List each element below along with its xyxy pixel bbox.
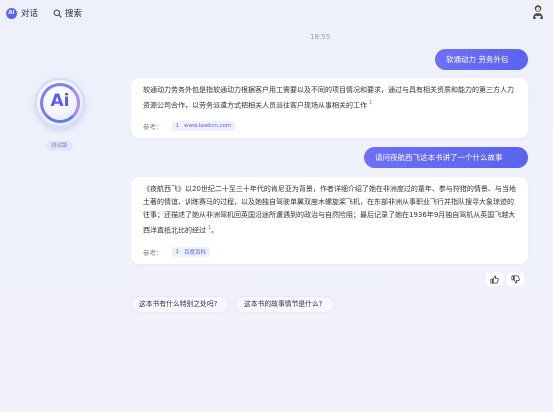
reference-source: www.lawkcn.com xyxy=(184,123,232,129)
dislike-button[interactable] xyxy=(507,272,524,286)
thumbs-down-icon xyxy=(511,275,520,283)
sentence-end: 。 xyxy=(211,226,219,235)
beta-badge: 测试版 xyxy=(46,141,73,151)
bot-logo-text: Ai xyxy=(50,91,70,111)
thumbs-up-icon xyxy=(490,275,499,283)
ai-logo-icon: Ai xyxy=(6,7,17,19)
reference-link[interactable]: 1 www.lawkcn.com xyxy=(171,121,236,131)
reference-label: 参考： xyxy=(143,123,163,131)
suggested-question[interactable]: 这本书有什么特别之处吗? xyxy=(131,296,228,313)
search-icon xyxy=(53,9,62,18)
user-message-bubble: 请问夜航西飞这本书讲了一个什么故事 xyxy=(364,147,528,168)
like-button[interactable] xyxy=(486,272,503,286)
assistant-message-body: 《夜航西飞》以20世纪二十至三十年代的肯尼亚为背景，作者详细介绍了她在非洲度过的… xyxy=(143,185,516,235)
tab-search[interactable]: 搜索 xyxy=(53,6,82,20)
assistant-message-text: 软通动力劳务外包是指软通动力根据客户用工需要以及不同的项目情况和要求，通过与具有… xyxy=(143,84,518,112)
top-bar: Ai 对话 搜索 xyxy=(0,0,553,26)
reference-source: 百度百科 xyxy=(184,250,207,256)
assistant-message-card: 《夜航西飞》以20世纪二十至三十年代的肯尼亚为背景，作者详细介绍了她在非洲度过的… xyxy=(131,177,528,264)
assistant-message-text: 《夜航西飞》以20世纪二十至三十年代的肯尼亚为背景，作者详细介绍了她在非洲度过的… xyxy=(143,183,518,237)
bot-profile-panel: Ai 测试版 xyxy=(0,26,120,412)
reference-row: 参考： 1 百度百科 xyxy=(143,247,211,257)
assistant-message-card: 软通动力劳务外包是指软通动力根据客户用工需要以及不同的项目情况和要求，通过与具有… xyxy=(131,78,528,138)
citation-marker[interactable]: 1 xyxy=(369,97,372,110)
reference-label: 参考： xyxy=(143,249,163,257)
reference-link[interactable]: 1 百度百科 xyxy=(171,247,211,257)
bot-avatar: Ai xyxy=(35,78,85,128)
tab-chat-label: 对话 xyxy=(21,9,39,19)
reference-number: 1 xyxy=(175,249,180,255)
suggested-question[interactable]: 这本书的故事情节是什么? xyxy=(236,296,334,313)
user-avatar-icon[interactable] xyxy=(531,4,545,20)
tab-chat[interactable]: Ai 对话 xyxy=(6,6,38,20)
assistant-message-body: 软通动力劳务外包是指软通动力根据客户用工需要以及不同的项目情况和要求，通过与具有… xyxy=(143,86,514,110)
user-message-bubble: 软通动力 劳务外包 xyxy=(435,49,528,70)
reference-number: 1 xyxy=(175,123,180,129)
message-timestamp: 18:55 xyxy=(310,33,331,41)
tab-search-label: 搜索 xyxy=(65,9,83,19)
reference-row: 参考： 1 www.lawkcn.com xyxy=(143,121,236,131)
